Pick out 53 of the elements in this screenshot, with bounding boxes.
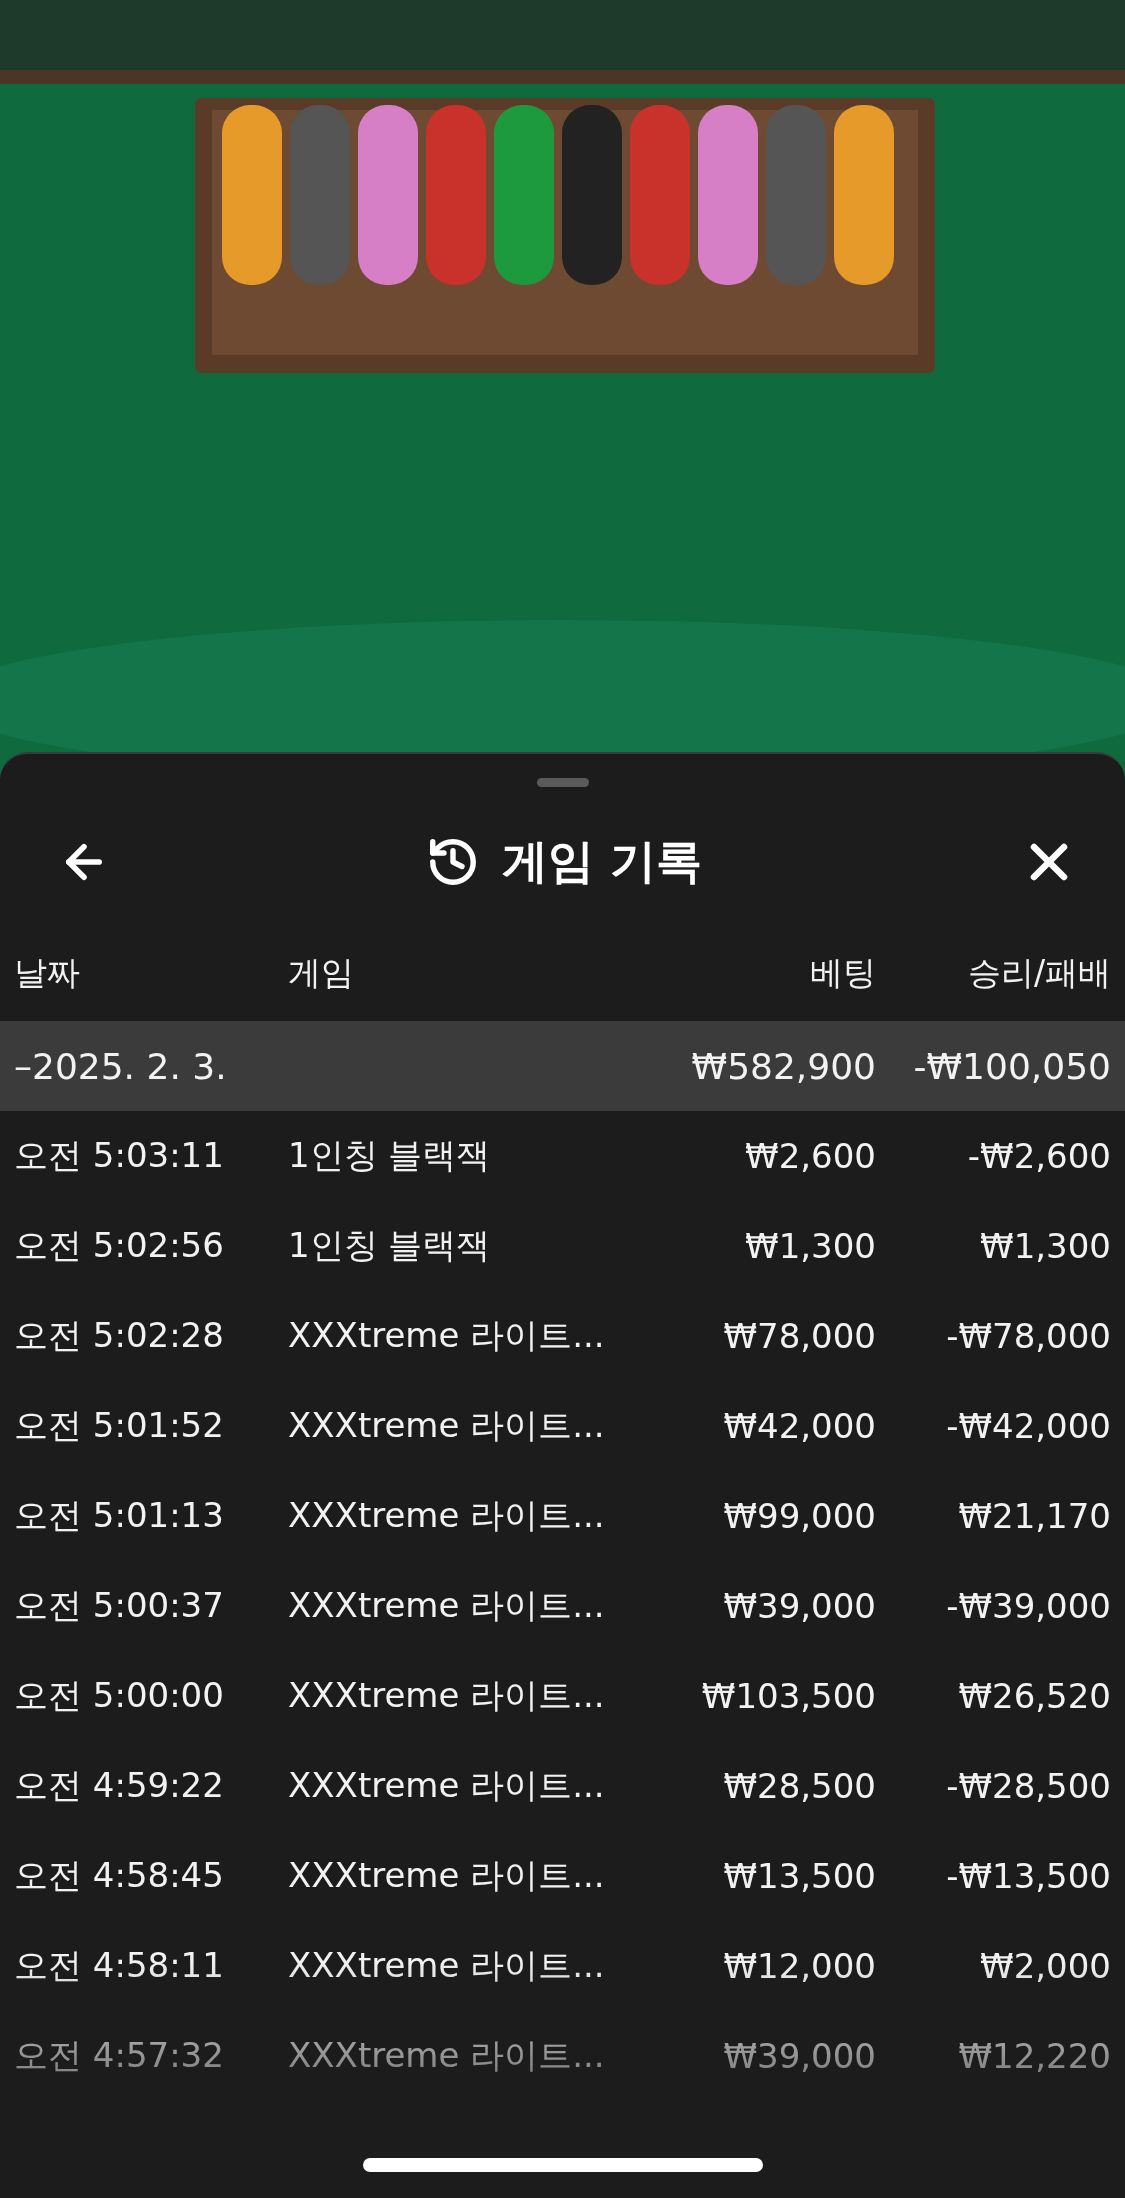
time-cell-text: 오전 5:01:52 (14, 1404, 225, 1447)
total-result: -₩100,050 (912, 1045, 1111, 1087)
result-cell-text: -₩42,000 (945, 1406, 1111, 1446)
date-group[interactable]: –2025. 2. 3. (14, 1045, 288, 1087)
result-cell-text: ₩2,000 (979, 1946, 1111, 1986)
bet-cell-text: ₩78,000 (722, 1316, 876, 1356)
time-cell-text: 오전 4:58:45 (14, 1854, 225, 1897)
bet-cell-text: ₩103,500 (700, 1676, 876, 1716)
bet-cell-text: ₩28,500 (722, 1766, 876, 1806)
result-cell-text: ₩1,300 (979, 1226, 1111, 1266)
time-cell-text: 오전 5:02:56 (14, 1224, 225, 1267)
column-header: 게임 (288, 951, 355, 994)
result-cell-text: -₩2,600 (966, 1136, 1111, 1176)
bet-cell-text: ₩39,000 (722, 2036, 876, 2076)
game-cell-text: XXXtreme 라이트... (288, 1584, 604, 1627)
game-cell-text: XXXtreme 라이트... (288, 1674, 604, 1717)
drag-handle[interactable] (536, 778, 589, 787)
column-header: 승리/패배 (966, 951, 1111, 994)
time-cell-text: 오전 5:03:11 (14, 1134, 225, 1177)
game-cell-text: 1인칭 블랙잭 (288, 1224, 492, 1267)
result-cell-text: ₩21,170 (957, 1496, 1111, 1536)
sheet-title: 게임 기록 (502, 833, 703, 890)
time-cell-text: 오전 4:58:11 (14, 1944, 225, 1987)
game-cell-text: XXXtreme 라이트... (288, 2034, 604, 2077)
result-cell-text: -₩39,000 (945, 1586, 1111, 1626)
game-cell-text: 1인칭 블랙잭 (288, 1134, 492, 1177)
result-cell-text: ₩12,220 (957, 2036, 1111, 2076)
column-header: 날짜 (14, 951, 81, 994)
result-cell-text: -₩13,500 (945, 1856, 1111, 1896)
game-cell-text: XXXtreme 라이트... (288, 1494, 604, 1537)
game-cell-text: XXXtreme 라이트... (288, 1764, 604, 1807)
column-header: 베팅 (809, 951, 876, 994)
bet-cell-text: ₩1,300 (744, 1226, 876, 1266)
time-cell-text: 오전 4:59:22 (14, 1764, 225, 1807)
total-bet: ₩582,900 (690, 1045, 876, 1087)
bet-cell-text: ₩12,000 (722, 1946, 876, 1986)
result-cell-text: -₩78,000 (945, 1316, 1111, 1356)
game-cell-text: XXXtreme 라이트... (288, 1314, 604, 1357)
bet-cell-text: ₩13,500 (722, 1856, 876, 1896)
game-cell-text: XXXtreme 라이트... (288, 1854, 604, 1897)
bet-cell-text: ₩2,600 (744, 1136, 876, 1176)
game-cell-text: XXXtreme 라이트... (288, 1404, 604, 1447)
time-cell-text: 오전 4:57:32 (14, 2034, 225, 2077)
bet-cell-text: ₩42,000 (722, 1406, 876, 1446)
game-cell-text: XXXtreme 라이트... (288, 1944, 604, 1987)
time-cell-text: 오전 5:01:13 (14, 1494, 225, 1537)
time-cell-text: 오전 5:00:00 (14, 1674, 225, 1717)
time-cell-text: 오전 5:00:37 (14, 1584, 225, 1627)
result-cell-text: ₩26,520 (957, 1676, 1111, 1716)
bet-cell-text: ₩99,000 (722, 1496, 876, 1536)
bet-cell-text: ₩39,000 (722, 1586, 876, 1626)
result-cell-text: -₩28,500 (945, 1766, 1111, 1806)
time-cell-text: 오전 5:02:28 (14, 1314, 225, 1357)
